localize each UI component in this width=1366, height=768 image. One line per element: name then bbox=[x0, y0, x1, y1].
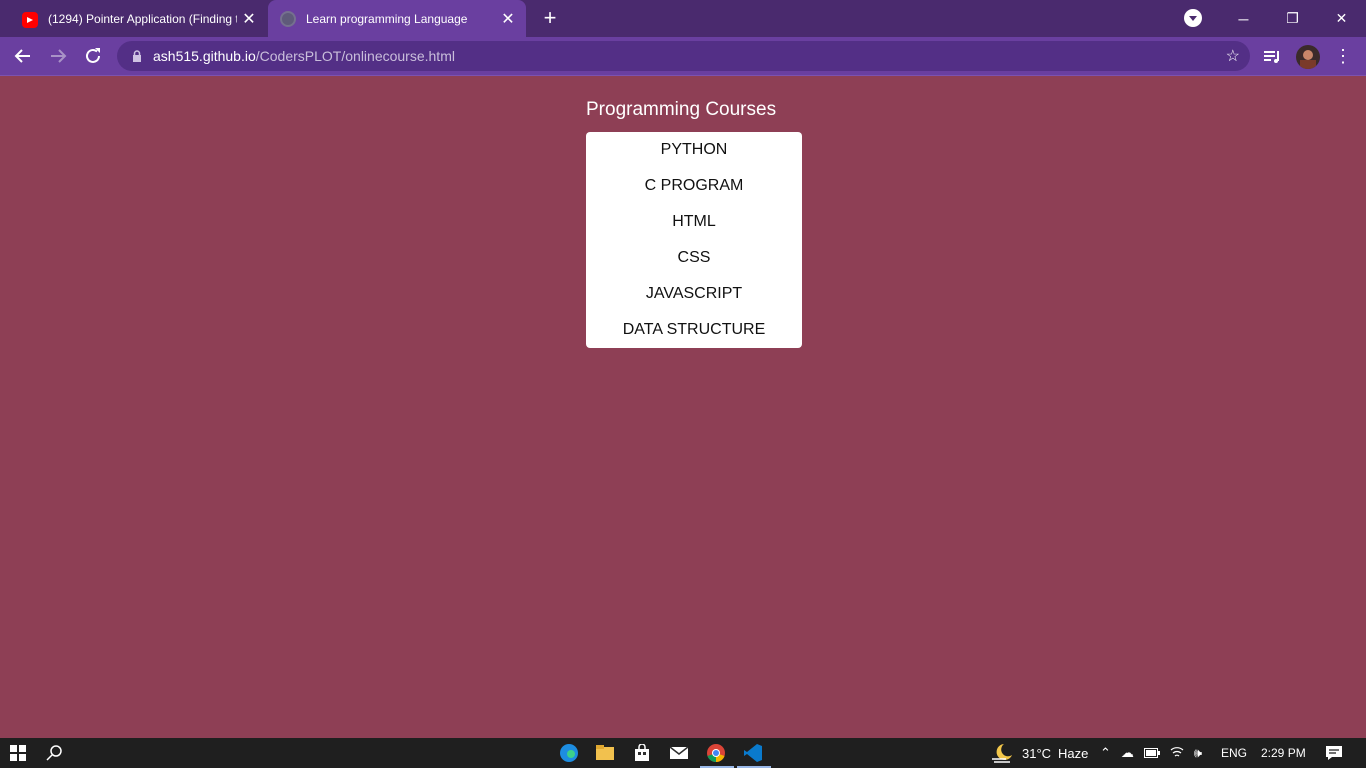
weather-widget[interactable]: 31°C Haze bbox=[990, 738, 1088, 768]
bookmark-star-icon[interactable]: ☆ bbox=[1226, 46, 1240, 66]
store-icon[interactable] bbox=[630, 741, 654, 765]
browser-toolbar: ash515.github.io/CodersPLOT/onlinecourse… bbox=[0, 37, 1366, 76]
chevron-up-icon[interactable]: ⌃ bbox=[1100, 745, 1111, 761]
course-item-html[interactable]: HTML bbox=[586, 207, 802, 243]
address-bar[interactable]: ash515.github.io/CodersPLOT/onlinecourse… bbox=[117, 41, 1250, 71]
search-icon[interactable] bbox=[43, 741, 67, 765]
arrow-left-icon bbox=[14, 49, 30, 63]
tab-title: Learn programming Language bbox=[306, 11, 468, 26]
language-indicator[interactable]: ENG bbox=[1221, 738, 1247, 768]
tab-youtube[interactable]: (1294) Pointer Application (Finding t ✕ bbox=[12, 0, 267, 37]
url-path: /CodersPLOT/onlinecourse.html bbox=[255, 48, 455, 64]
edge-icon[interactable] bbox=[557, 741, 581, 765]
youtube-icon bbox=[22, 11, 38, 28]
course-item-css[interactable]: CSS bbox=[586, 243, 802, 279]
course-list: PYTHON C PROGRAM HTML CSS JAVASCRIPT DAT… bbox=[586, 132, 802, 348]
weather-desc: Haze bbox=[1058, 745, 1089, 761]
weather-temp: 31°C bbox=[1022, 745, 1052, 761]
windows-start-icon[interactable] bbox=[6, 741, 30, 765]
url-text: ash515.github.io/CodersPLOT/onlinecourse… bbox=[153, 48, 455, 64]
media-control-icon[interactable] bbox=[1262, 45, 1282, 69]
reload-button[interactable] bbox=[80, 43, 106, 69]
page-title: Programming Courses bbox=[586, 99, 777, 120]
close-window-button[interactable]: ✕ bbox=[1317, 10, 1366, 27]
new-tab-button[interactable]: + bbox=[538, 6, 562, 30]
back-button[interactable] bbox=[10, 43, 36, 69]
forward-button[interactable] bbox=[45, 43, 71, 69]
tab-title: (1294) Pointer Application (Finding t bbox=[48, 11, 237, 26]
page-content: Programming Courses PYTHON C PROGRAM HTM… bbox=[0, 77, 1366, 738]
volume-icon[interactable]: 🕪 bbox=[1194, 745, 1202, 761]
course-item-data-structure[interactable]: DATA STRUCTURE bbox=[586, 315, 802, 351]
tab-learn-programming[interactable]: Learn programming Language ✕ bbox=[268, 0, 526, 37]
window-controls: ─ ❐ ✕ bbox=[1219, 0, 1366, 37]
minimize-button[interactable]: ─ bbox=[1219, 11, 1268, 27]
chrome-icon[interactable] bbox=[704, 741, 728, 765]
course-item-javascript[interactable]: JAVASCRIPT bbox=[586, 279, 802, 315]
vscode-icon[interactable] bbox=[741, 741, 765, 765]
restore-button[interactable]: ❐ bbox=[1268, 10, 1317, 27]
tab-strip: (1294) Pointer Application (Finding t ✕ … bbox=[0, 0, 1366, 37]
url-domain: ash515.github.io bbox=[153, 48, 256, 64]
battery-icon[interactable] bbox=[1143, 746, 1160, 761]
lock-icon bbox=[133, 50, 141, 62]
globe-icon bbox=[280, 10, 296, 27]
close-tab-icon[interactable]: ✕ bbox=[496, 9, 520, 29]
system-tray: ⌃ ☁ 🕪 bbox=[1100, 738, 1202, 768]
file-explorer-icon[interactable] bbox=[593, 741, 617, 765]
taskbar: 31°C Haze ⌃ ☁ 🕪 ENG 2:29 PM bbox=[0, 738, 1366, 768]
onedrive-icon[interactable]: ☁ bbox=[1121, 745, 1134, 761]
reload-icon bbox=[86, 48, 100, 63]
notifications-icon[interactable] bbox=[1322, 741, 1346, 765]
close-tab-icon[interactable]: ✕ bbox=[237, 9, 261, 29]
avatar[interactable] bbox=[1296, 45, 1320, 69]
course-item-c-program[interactable]: C PROGRAM bbox=[586, 171, 802, 207]
tab-search-button[interactable] bbox=[1184, 9, 1202, 27]
clock[interactable]: 2:29 PM bbox=[1261, 738, 1306, 768]
course-item-python[interactable]: PYTHON bbox=[586, 135, 802, 171]
moon-haze-icon bbox=[992, 744, 1012, 763]
chevron-down-icon bbox=[1189, 16, 1197, 21]
arrow-right-icon bbox=[51, 49, 67, 63]
wifi-icon[interactable] bbox=[1170, 746, 1184, 761]
mail-icon[interactable] bbox=[667, 741, 691, 765]
menu-kebab-icon[interactable]: ⋮ bbox=[1334, 45, 1352, 69]
